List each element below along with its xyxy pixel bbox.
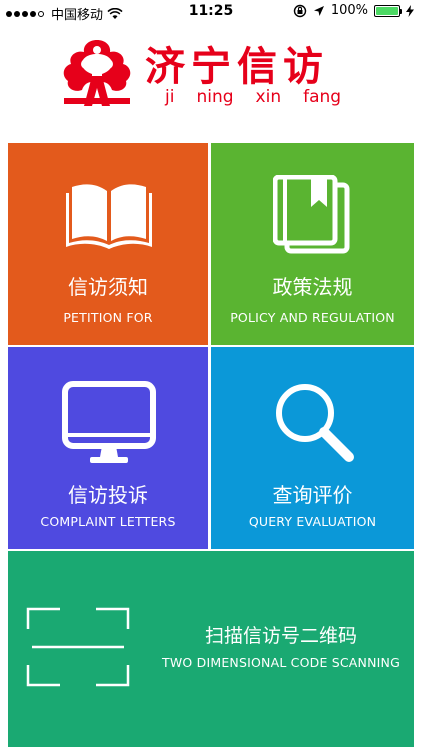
tile-title: 信访投诉 — [68, 483, 148, 507]
charging-bolt-icon — [406, 4, 414, 17]
search-icon — [276, 384, 354, 462]
tree-logo-icon — [63, 40, 131, 106]
tile-policy-regulation[interactable]: 政策法规 POLICY AND REGULATION — [211, 143, 414, 345]
tile-title: 政策法规 — [272, 275, 353, 299]
open-book-icon — [66, 184, 152, 249]
tile-subtitle: COMPLAINT LETTERS — [40, 514, 176, 529]
monitor-icon — [62, 381, 156, 463]
qr-scan-icon — [26, 607, 130, 687]
pinyin-syllable: ning — [196, 87, 234, 107]
rotation-lock-icon — [293, 4, 307, 17]
battery-percent: 100% — [330, 3, 368, 18]
tile-complaint-letters[interactable]: 信访投诉 COMPLAINT LETTERS — [8, 347, 208, 549]
pinyin-syllable: xin — [255, 87, 282, 107]
bookmark-books-icon — [273, 175, 350, 254]
tile-title: 查询评价 — [272, 483, 353, 507]
pinyin-syllable: ji — [165, 87, 175, 107]
tile-subtitle: PETITION FOR — [63, 310, 153, 325]
status-indicators: 100% — [293, 3, 414, 18]
app-header: 济宁信访 ji ning xin fang — [0, 24, 422, 142]
tile-subtitle: POLICY AND REGULATION — [230, 310, 395, 325]
status-bar: 中国移动 11:25 100% — [0, 0, 422, 24]
tile-subtitle: TWO DIMENSIONAL CODE SCANNING — [162, 655, 400, 670]
pinyin-syllable: fang — [303, 87, 342, 107]
tile-qr-scan[interactable]: 扫描信访号二维码 TWO DIMENSIONAL CODE SCANNING — [8, 551, 414, 747]
tile-subtitle: QUERY EVALUATION — [248, 514, 377, 529]
tile-title: 信访须知 — [68, 275, 148, 299]
app-title-pinyin: ji ning xin fang — [165, 87, 341, 107]
battery-icon — [374, 4, 402, 17]
location-arrow-icon — [313, 5, 324, 16]
tile-petition-guide[interactable]: 信访须知 PETITION FOR — [8, 143, 208, 345]
app-title: 济宁信访 — [145, 43, 329, 90]
tile-query-evaluation[interactable]: 查询评价 QUERY EVALUATION — [211, 347, 414, 549]
tile-title: 扫描信访号二维码 — [204, 625, 357, 647]
